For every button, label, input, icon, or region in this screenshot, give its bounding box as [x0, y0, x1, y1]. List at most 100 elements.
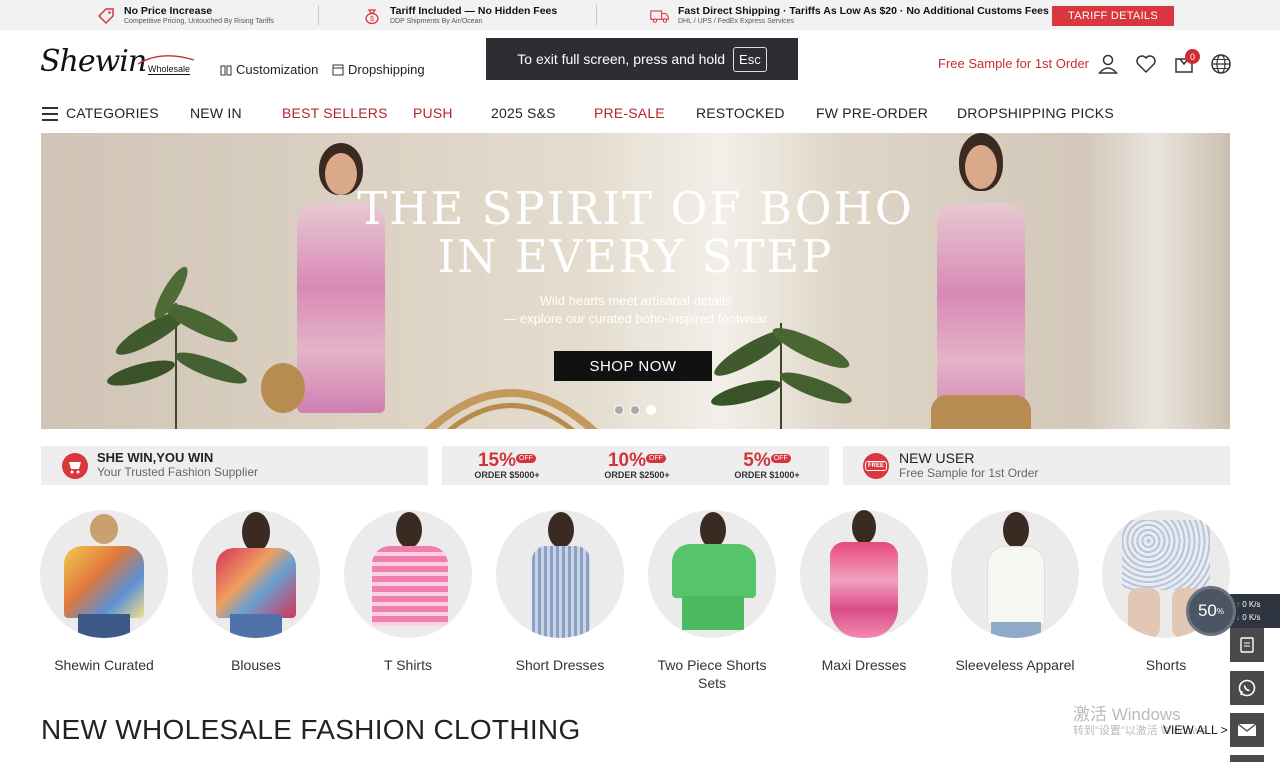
nav-dropshipping-picks[interactable]: DROPSHIPPING PICKS	[957, 105, 1114, 121]
announcement-bar: No Price Increase Competitive Pricing, U…	[0, 0, 1280, 30]
model-image	[921, 133, 1041, 429]
tariff-included: $ Tariff Included — No Hidden Fees DDP S…	[362, 5, 557, 26]
nav-restocked[interactable]: RESTOCKED	[696, 105, 785, 121]
app-download-button[interactable]	[1230, 628, 1264, 662]
email-button[interactable]	[1230, 713, 1264, 747]
upload-speed: ↑ 0 K/s	[1236, 598, 1274, 611]
category-two-piece-shorts-sets[interactable]: Two Piece Shorts Sets	[648, 510, 776, 692]
category-sleeveless-apparel[interactable]: Sleeveless Apparel	[951, 510, 1079, 674]
discount-tier: 15% OFF ORDER $5000+	[457, 450, 557, 480]
esc-text: To exit full screen, press and hold	[517, 51, 726, 67]
promo-title: NEW USER	[899, 450, 975, 466]
category-blouses[interactable]: Blouses	[192, 510, 320, 674]
banner-subtitle-line2: — explore our curated boho-inspired foot…	[503, 311, 768, 326]
download-value: 0 K/s	[1242, 613, 1261, 622]
off-tag: OFF	[646, 454, 667, 463]
nav-best-sellers[interactable]: BEST SELLERS	[282, 105, 388, 121]
dropshipping-link[interactable]: Dropshipping	[332, 62, 425, 77]
download-speed: ↓ 0 K/s	[1236, 611, 1274, 624]
free-badge-text: FREE	[864, 461, 887, 471]
carousel-dot[interactable]	[614, 405, 624, 415]
topbar-title: No Price Increase	[124, 5, 213, 17]
whatsapp-button[interactable]	[1230, 671, 1264, 705]
category-label: T Shirts	[384, 657, 432, 673]
category-image	[192, 510, 320, 638]
discount-percent: 15%	[477, 450, 517, 471]
category-image	[800, 510, 928, 638]
category-image	[496, 510, 624, 638]
category-label: Maxi Dresses	[821, 657, 907, 673]
nav-push[interactable]: PUSH	[413, 105, 453, 121]
category-image	[344, 510, 472, 638]
scroll-top-button[interactable]	[1230, 755, 1264, 762]
nav-pre-sale[interactable]: PRE-SALE	[594, 105, 665, 121]
off-tag: OFF	[770, 454, 791, 463]
discount-threshold: ORDER $1000+	[734, 470, 800, 480]
category-maxi-dresses[interactable]: Maxi Dresses	[800, 510, 928, 674]
whatsapp-icon	[1238, 679, 1256, 697]
off-tag: OFF	[516, 454, 537, 463]
nav-categories[interactable]: CATEGORIES	[66, 105, 159, 121]
discount-threshold: ORDER $5000+	[474, 470, 540, 480]
customization-icon	[220, 65, 232, 75]
category-image	[648, 510, 776, 638]
free-badge-icon: FREE	[863, 453, 889, 479]
fast-shipping: Fast Direct Shipping · Tariffs As Low As…	[650, 5, 1049, 26]
topbar-subtitle: DDP Shipments By Air/Ocean	[390, 18, 483, 25]
upload-value: 0 K/s	[1242, 600, 1261, 609]
logo-text: Shewin	[40, 44, 147, 79]
category-label: Shorts	[1145, 657, 1187, 673]
dropshipping-label: Dropshipping	[348, 62, 425, 77]
logo[interactable]: Shewin Wholesale	[40, 44, 195, 79]
site-header: Shewin Wholesale Customization Dropshipp…	[0, 30, 1280, 98]
category-t-shirts[interactable]: T Shirts	[344, 510, 472, 674]
category-shewin-curated[interactable]: Shewin Curated	[40, 510, 168, 674]
customization-label: Customization	[236, 62, 319, 77]
she-win-promo: SHE WIN,YOU WIN Your Trusted Fashion Sup…	[41, 446, 428, 485]
new-user-promo: FREE NEW USER Free Sample for 1st Order	[843, 446, 1230, 485]
discount-tier: 10% OFF ORDER $2500+	[587, 450, 687, 480]
customization-link[interactable]: Customization	[220, 62, 318, 77]
divider	[318, 5, 319, 25]
view-all-link[interactable]: VIEW ALL >	[1163, 723, 1228, 737]
globe-icon[interactable]	[1209, 52, 1233, 76]
carousel-dot-active[interactable]	[646, 405, 656, 415]
speed-percent-value: 50	[1197, 601, 1217, 620]
banner-subtitle-line1: Wild hearts meet artisanal details	[539, 293, 732, 308]
nav-2025-ss[interactable]: 2025 S&S	[491, 105, 556, 121]
discount-threshold: ORDER $2500+	[604, 470, 670, 480]
divider	[596, 5, 597, 25]
discount-promo: 15% OFF ORDER $5000+ 10% OFF ORDER $2500+ …	[442, 446, 829, 485]
carousel-dots	[614, 405, 656, 415]
menu-icon[interactable]	[42, 107, 58, 125]
up-arrow-icon: ↑	[1236, 600, 1240, 609]
drape-decoration	[1081, 133, 1230, 429]
category-label: Short Dresses	[515, 657, 605, 673]
shop-now-button[interactable]: SHOP NOW	[554, 351, 712, 381]
tariff-details-button[interactable]: TARIFF DETAILS	[1052, 6, 1174, 26]
carousel-dot[interactable]	[630, 405, 640, 415]
speed-percent-unit: %	[1216, 606, 1225, 616]
category-image	[951, 510, 1079, 638]
category-label: Two Piece Shorts Sets	[657, 657, 767, 691]
topbar-subtitle: DHL / UPS / FedEx Express Services	[678, 18, 795, 25]
down-arrow-icon: ↓	[1236, 613, 1240, 622]
no-price-increase: No Price Increase Competitive Pricing, U…	[96, 5, 274, 26]
truck-icon	[650, 6, 670, 26]
nav-fw-pre-order[interactable]: FW PRE-ORDER	[816, 105, 928, 121]
cart-badge-icon	[62, 453, 88, 479]
hero-banner[interactable]: THE SPIRIT OF BOHO IN EVERY STEP Wild he…	[41, 133, 1230, 429]
nav-new-in[interactable]: NEW IN	[190, 105, 242, 121]
fullscreen-exit-notice: To exit full screen, press and hold Esc	[486, 38, 798, 80]
user-icon[interactable]	[1096, 52, 1120, 76]
app-icon	[1240, 637, 1254, 653]
heart-icon[interactable]	[1134, 52, 1158, 76]
logo-subtext: Wholesale	[148, 64, 191, 75]
topbar-subtitle: Competitive Pricing, Untouched By Rising…	[124, 18, 274, 25]
promo-subtitle: Your Trusted Fashion Supplier	[97, 465, 258, 479]
topbar-title: Tariff Included — No Hidden Fees	[390, 5, 558, 17]
category-short-dresses[interactable]: Short Dresses	[496, 510, 624, 674]
main-nav: CATEGORIES NEW IN BEST SELLERS PUSH 2025…	[0, 98, 1280, 132]
rattan-chair-image	[424, 389, 598, 429]
free-sample-link[interactable]: Free Sample for 1st Order	[938, 56, 1089, 71]
